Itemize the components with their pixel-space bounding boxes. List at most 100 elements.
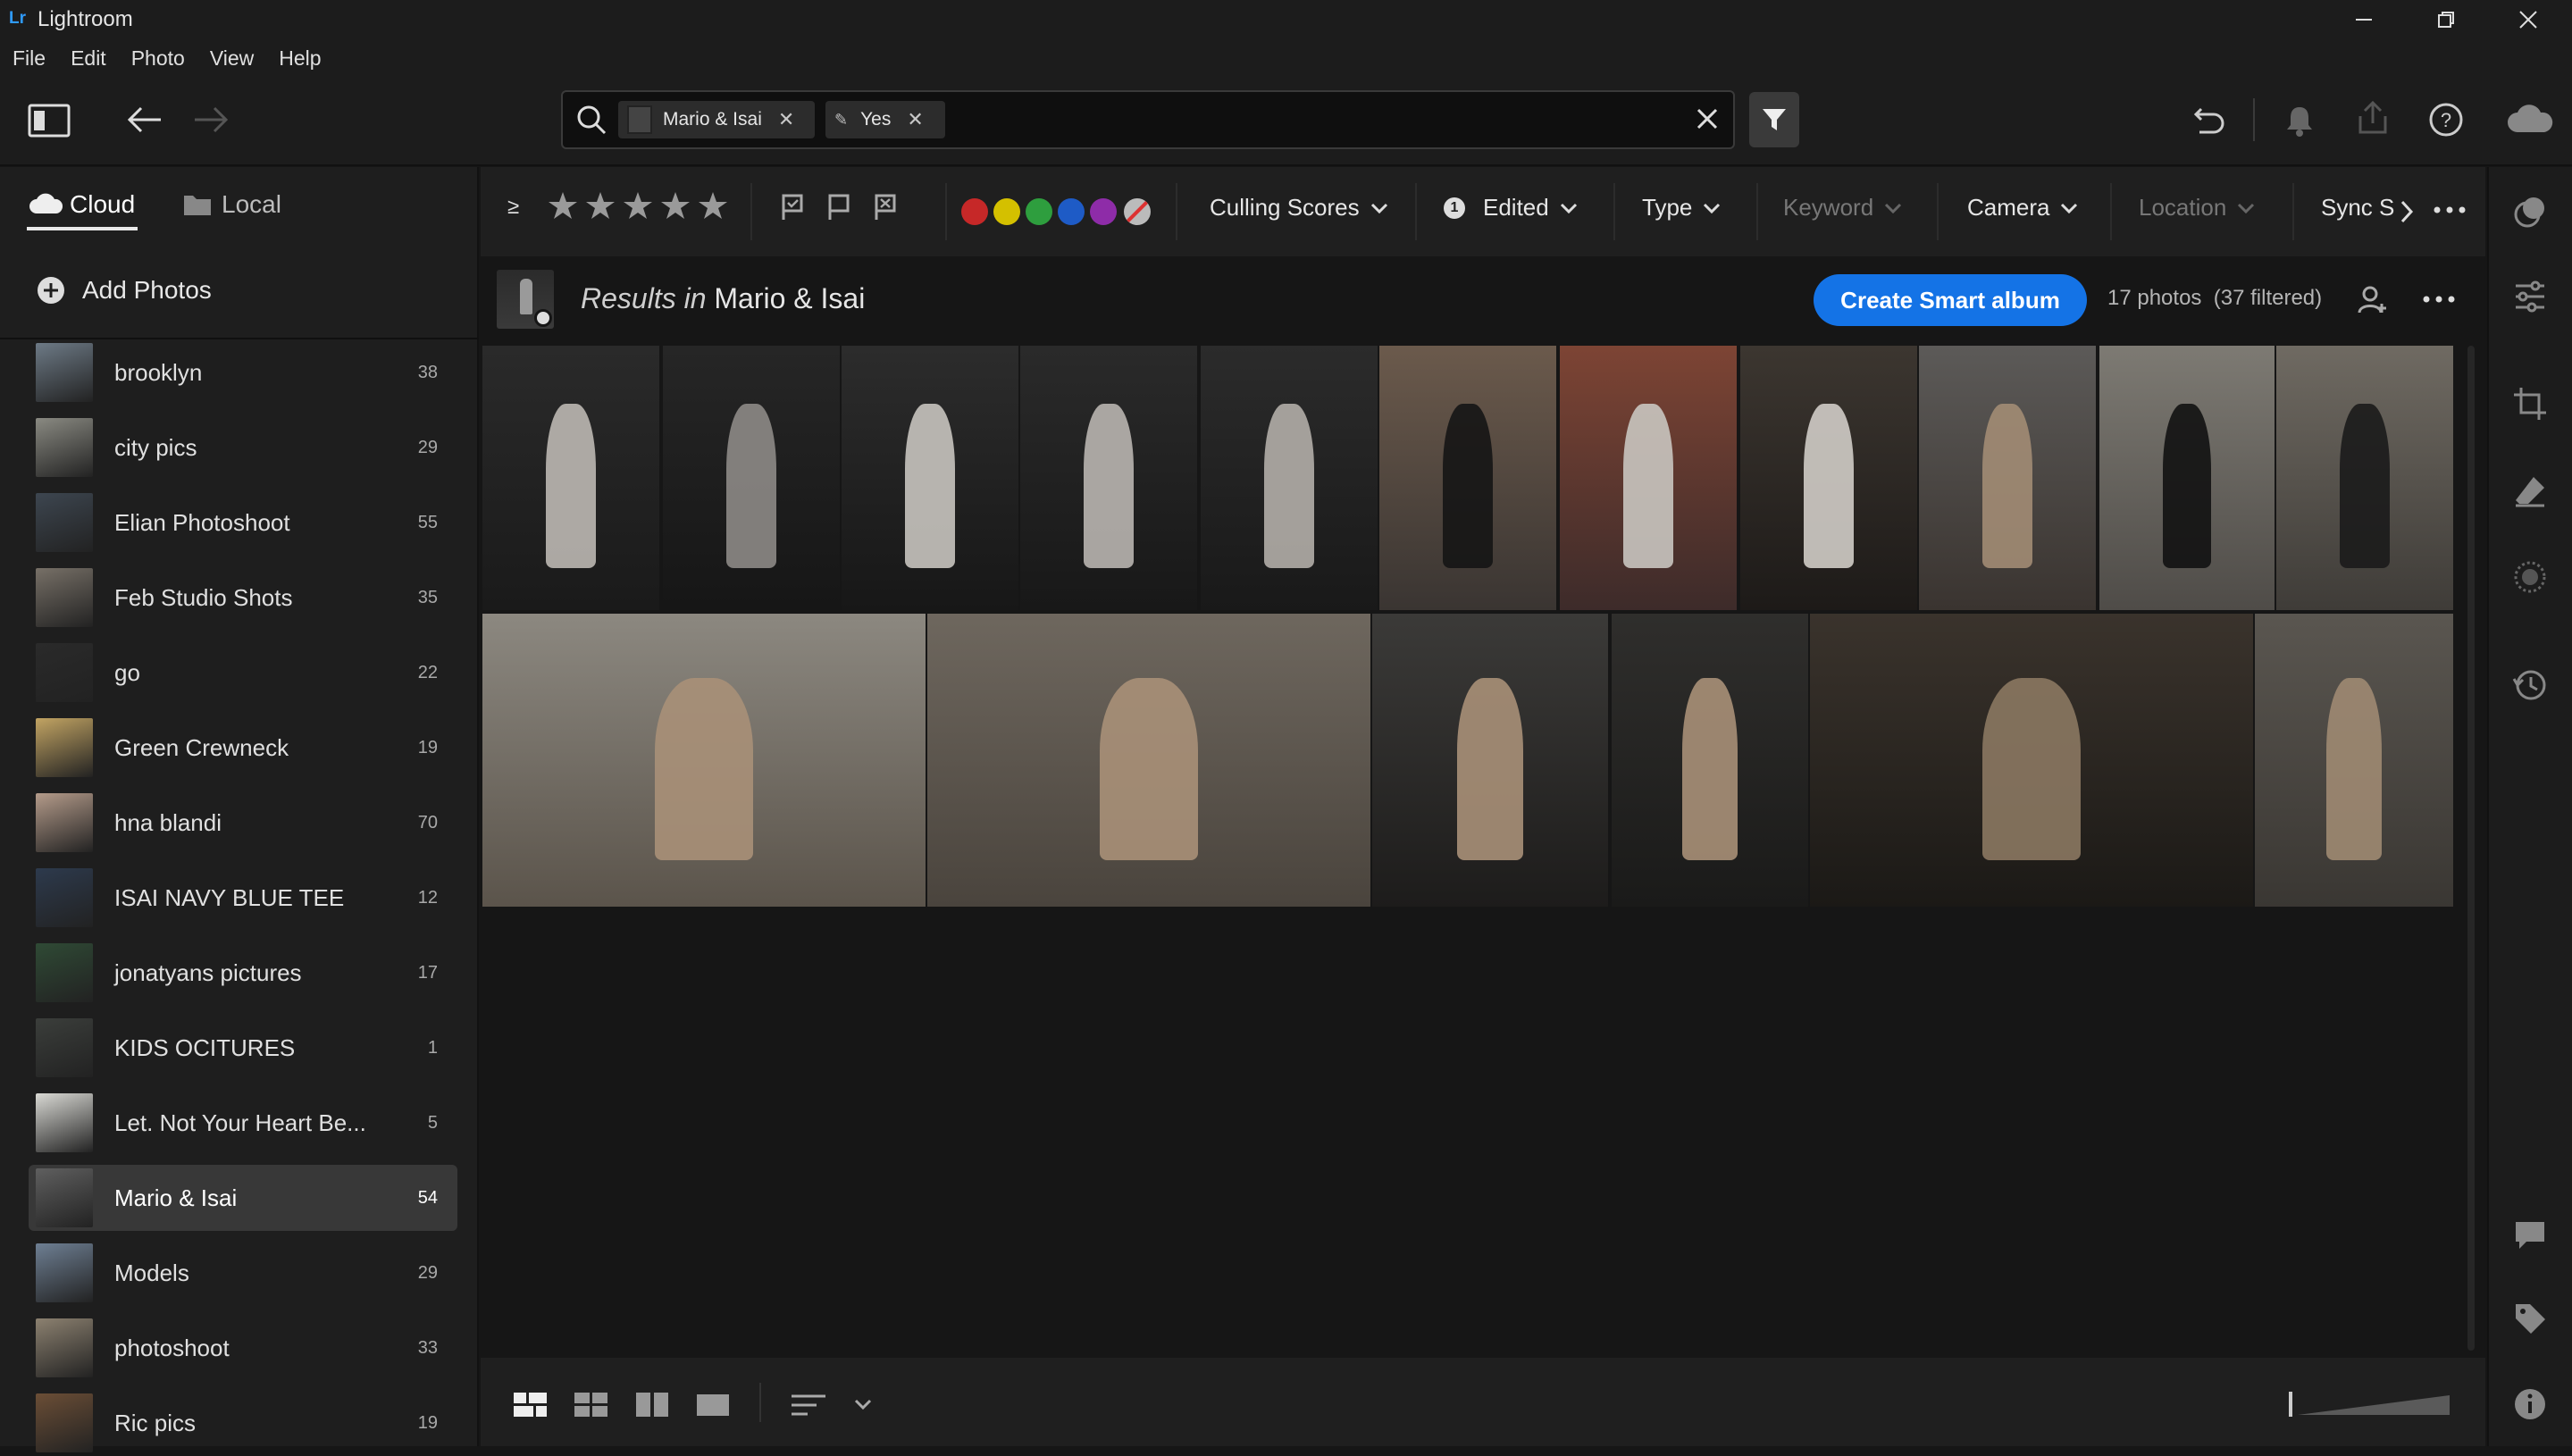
scroll-filters-right-button[interactable] [2398, 198, 2416, 225]
album-item[interactable]: Models 29 [29, 1240, 457, 1306]
info-button[interactable] [2512, 1386, 2548, 1422]
more-filters-button[interactable] [2434, 205, 2466, 214]
photo-thumbnail[interactable] [927, 614, 1370, 907]
view-grid-button[interactable] [574, 1390, 609, 1418]
album-item[interactable]: Let. Not Your Heart Be... 5 [29, 1090, 457, 1156]
no-color-label-icon[interactable] [1124, 198, 1151, 225]
share-button[interactable] [2355, 100, 2391, 138]
photo-thumbnail[interactable] [842, 346, 1018, 610]
photo-thumbnail[interactable] [1919, 346, 2096, 610]
search-chip-edited[interactable]: ✎ Yes ✕ [825, 101, 945, 138]
back-button[interactable] [125, 104, 164, 136]
photo-thumbnail[interactable] [1201, 346, 1378, 610]
flag-unflagged-icon[interactable] [825, 193, 852, 222]
create-smart-album-button[interactable]: Create Smart album [1814, 274, 2087, 326]
menu-file[interactable]: File [13, 46, 46, 71]
culling-scores-dropdown[interactable]: Culling Scores [1210, 194, 1390, 222]
menu-view[interactable]: View [210, 46, 254, 71]
sync-status-dropdown[interactable]: Sync S [2321, 194, 2394, 222]
forward-button[interactable] [191, 104, 230, 136]
color-label-dot[interactable] [1058, 198, 1085, 225]
star-icon[interactable] [547, 189, 579, 222]
help-button[interactable]: ? [2428, 102, 2464, 138]
view-mosaic-button[interactable] [513, 1390, 549, 1418]
album-item[interactable]: hna blandi 70 [29, 790, 457, 856]
photo-thumbnail[interactable] [1020, 346, 1197, 610]
album-item[interactable]: Mario & Isai 54 [29, 1165, 457, 1231]
healing-button[interactable] [2512, 473, 2548, 509]
clear-search-button[interactable] [1696, 107, 1719, 130]
photo-thumbnail[interactable] [482, 614, 926, 907]
versions-button[interactable] [2512, 666, 2548, 702]
photo-thumbnail[interactable] [2255, 614, 2453, 907]
undo-button[interactable] [2192, 104, 2226, 136]
crop-button[interactable] [2512, 386, 2548, 422]
edited-dropdown[interactable]: 1 Edited [1444, 194, 1579, 222]
filter-button[interactable] [1749, 92, 1799, 147]
photo-thumbnail[interactable] [1372, 614, 1608, 907]
color-label-dot[interactable] [1026, 198, 1052, 225]
chip-remove-icon[interactable]: ✕ [907, 108, 923, 131]
color-label-dot[interactable] [1090, 198, 1117, 225]
view-detail-button[interactable] [695, 1390, 731, 1418]
photo-thumbnail[interactable] [1612, 614, 1808, 907]
star-icon[interactable] [584, 189, 616, 222]
photo-thumbnail[interactable] [663, 346, 840, 610]
album-item[interactable]: jonatyans pictures 17 [29, 940, 457, 1006]
masking-button[interactable] [2512, 559, 2548, 595]
star-icon[interactable] [622, 189, 654, 222]
search-chip-album[interactable]: Mario & Isai ✕ [618, 101, 815, 138]
thumbnail-size-slider[interactable] [2298, 1393, 2451, 1417]
album-item[interactable]: ISAI NAVY BLUE TEE 12 [29, 865, 457, 931]
photo-thumbnail[interactable] [2276, 346, 2453, 610]
grid-scrollbar[interactable] [2467, 346, 2475, 1351]
star-icon[interactable] [659, 189, 691, 222]
album-item[interactable]: Feb Studio Shots 35 [29, 565, 457, 631]
presets-button[interactable] [2512, 195, 2548, 230]
restore-button[interactable] [2408, 0, 2484, 39]
photo-thumbnail[interactable] [1560, 346, 1737, 610]
photo-thumbnail[interactable] [1810, 614, 2253, 907]
star-icon[interactable] [697, 189, 729, 222]
sort-options-button[interactable] [852, 1395, 874, 1413]
results-more-button[interactable] [2423, 295, 2455, 304]
album-item[interactable]: KIDS OCITURES 1 [29, 1015, 457, 1081]
minimize-button[interactable] [2325, 0, 2402, 39]
edit-panel-button[interactable] [2512, 279, 2548, 314]
flag-picked-icon[interactable] [779, 193, 806, 222]
album-item[interactable]: Green Crewneck 19 [29, 715, 457, 781]
add-photos-button[interactable]: Add Photos [36, 275, 212, 305]
color-label-dot[interactable] [993, 198, 1020, 225]
menu-help[interactable]: Help [279, 46, 321, 71]
menu-edit[interactable]: Edit [71, 46, 106, 71]
cloud-sync-button[interactable] [2505, 102, 2555, 138]
album-item[interactable]: city pics 29 [29, 414, 457, 481]
location-dropdown[interactable]: Location [2139, 194, 2257, 222]
close-window-button[interactable] [2490, 0, 2567, 39]
flag-rejected-icon[interactable] [872, 193, 899, 222]
album-item[interactable]: brooklyn 38 [29, 339, 457, 406]
photo-thumbnail[interactable] [1379, 346, 1556, 610]
photo-thumbnail[interactable] [1740, 346, 1917, 610]
thumbnail-size-slider-handle[interactable] [2289, 1392, 2292, 1417]
photo-thumbnail[interactable] [2099, 346, 2275, 610]
add-person-button[interactable] [2357, 284, 2389, 316]
view-compare-button[interactable] [634, 1390, 670, 1418]
type-dropdown[interactable]: Type [1642, 194, 1722, 222]
keywords-button[interactable] [2512, 1301, 2548, 1336]
panel-toggle-button[interactable] [27, 101, 71, 140]
sort-button[interactable] [790, 1392, 829, 1418]
photo-thumbnail[interactable] [482, 346, 659, 610]
chip-remove-icon[interactable]: ✕ [778, 108, 794, 131]
star-rating-filter[interactable] [547, 189, 734, 222]
camera-dropdown[interactable]: Camera [1967, 194, 2080, 222]
keyword-dropdown[interactable]: Keyword [1783, 194, 1904, 222]
menu-photo[interactable]: Photo [131, 46, 185, 71]
album-item[interactable]: photoshoot 33 [29, 1315, 457, 1381]
album-item[interactable]: Elian Photoshoot 55 [29, 490, 457, 556]
color-label-dot[interactable] [961, 198, 988, 225]
album-item[interactable]: go 22 [29, 640, 457, 706]
comments-button[interactable] [2512, 1217, 2548, 1252]
notifications-button[interactable] [2283, 104, 2316, 138]
rating-operator[interactable]: ≥ [507, 195, 519, 220]
